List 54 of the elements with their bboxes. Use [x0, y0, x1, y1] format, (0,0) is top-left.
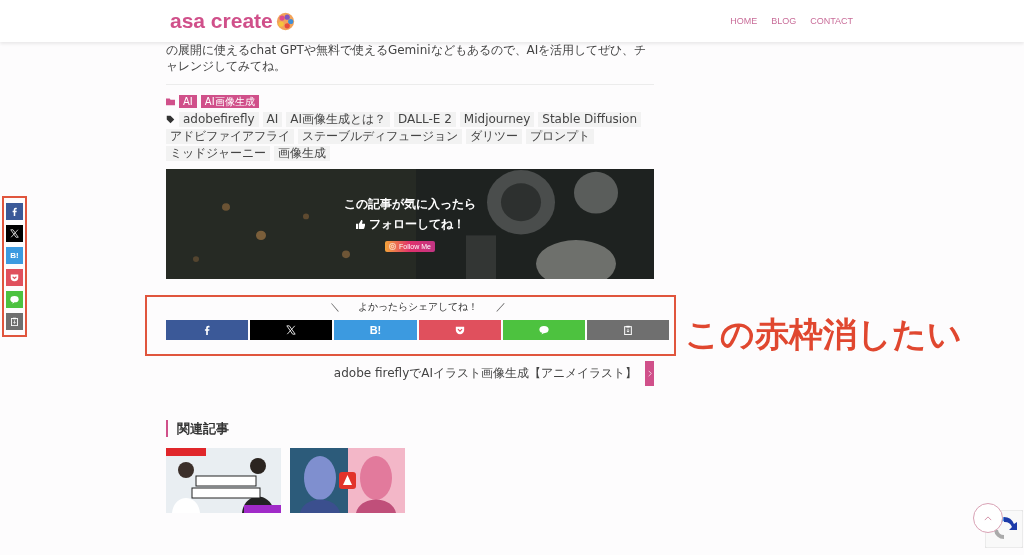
instagram-icon: [389, 243, 397, 250]
follow-message: この記事が気に入ったら: [344, 196, 476, 213]
tag-link[interactable]: 画像生成: [274, 146, 330, 161]
chevron-right-icon: [647, 370, 652, 377]
clipboard-icon: [622, 325, 633, 335]
tag-link[interactable]: AI: [262, 112, 283, 127]
tag-link[interactable]: ステーブルディフュージョン: [298, 129, 462, 144]
nav-link[interactable]: BLOG: [771, 16, 797, 26]
palette-icon: [275, 11, 295, 31]
tag-link[interactable]: AI画像生成とは？: [286, 112, 391, 127]
pocket-share-button[interactable]: [6, 269, 23, 286]
tag-link[interactable]: Midjourney: [459, 112, 535, 127]
next-post-link[interactable]: adobe fireflyでAIイラスト画像生成【アニメイラスト】: [333, 365, 637, 382]
site-logo[interactable]: asa create: [170, 9, 273, 33]
folder-icon: [166, 97, 175, 106]
pocket-share-button[interactable]: [418, 320, 501, 340]
section-heading: 関連記事: [166, 420, 654, 437]
annotation-text: この赤枠消したい: [685, 313, 962, 356]
tag-link[interactable]: ミッドジャーニー: [166, 146, 270, 161]
decoration-mark: ／: [495, 300, 506, 314]
thumbs-up-icon: [355, 220, 365, 229]
facebook-icon: [202, 325, 213, 335]
pocket-icon: [454, 325, 465, 335]
line-share-button[interactable]: [502, 320, 585, 340]
nav-link[interactable]: HOME: [730, 16, 758, 26]
tag-link[interactable]: ダリツー: [466, 129, 522, 144]
chevron-up-icon: [984, 515, 992, 521]
facebook-icon: [10, 207, 19, 216]
category-link[interactable]: AI画像生成: [200, 95, 259, 108]
facebook-share-button[interactable]: [166, 320, 249, 340]
x-icon: [286, 325, 297, 335]
nav-link[interactable]: CONTACT: [810, 16, 853, 26]
article-text: の展開に使えるchat GPTや無料で使えるGeminiなどもあるので、AIを活用してぜひ、チャレンジしてみてね。: [166, 42, 648, 74]
pocket-icon: [10, 273, 19, 282]
share-heading: よかったらシェアしてね！: [357, 300, 478, 314]
line-share-button[interactable]: [6, 291, 23, 308]
x-icon: [10, 229, 19, 238]
decoration-mark: ＼: [329, 300, 340, 314]
facebook-share-button[interactable]: [6, 203, 23, 220]
clipboard-icon: [10, 317, 19, 326]
chat-bubble-icon: [538, 325, 549, 335]
category-link[interactable]: AI: [179, 95, 197, 108]
chat-bubble-icon: [10, 295, 19, 304]
tag-link[interactable]: プロンプト: [526, 129, 594, 144]
x-share-button[interactable]: [6, 225, 23, 242]
copy-share-button[interactable]: [6, 313, 23, 330]
tag-link[interactable]: adobefirefly: [179, 112, 259, 127]
copy-share-button[interactable]: [586, 320, 670, 340]
tag-link[interactable]: アドビファイアフライ: [166, 129, 294, 144]
x-share-button[interactable]: [250, 320, 333, 340]
tag-link[interactable]: Stable Diffusion: [538, 112, 642, 127]
tag-icon: [166, 115, 175, 124]
follow-message: フォローしてね！: [368, 216, 465, 233]
tag-link[interactable]: DALL-E 2: [394, 112, 456, 127]
